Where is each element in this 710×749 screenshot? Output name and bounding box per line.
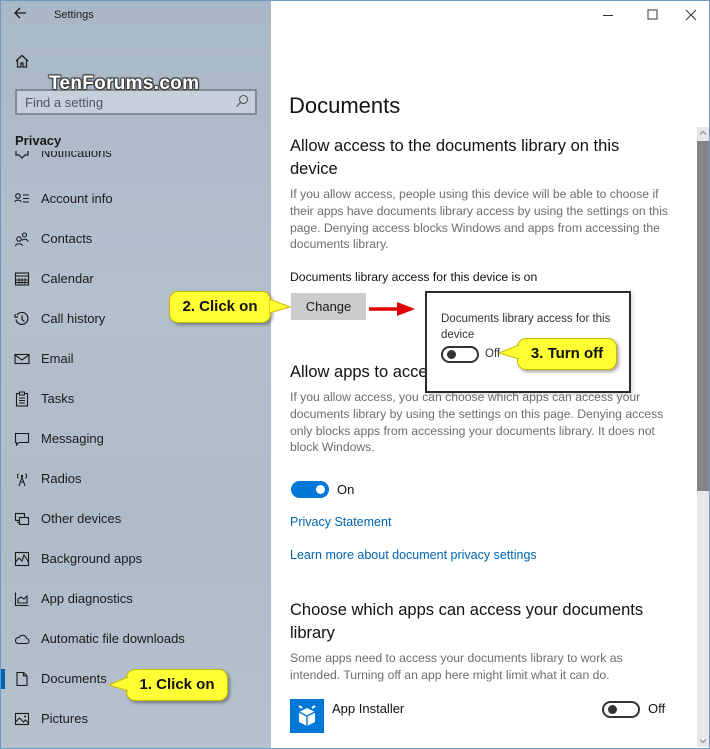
home-icon — [15, 54, 29, 68]
change-button[interactable]: Change — [291, 293, 366, 320]
chevron-down-icon — [699, 739, 707, 744]
title-bar: Settings — [1, 1, 271, 31]
sidebar: Settings TenForums.com Privacy Notificat… — [1, 1, 271, 748]
privacy-statement-link[interactable]: Privacy Statement — [290, 515, 391, 529]
device-access-toggle[interactable] — [441, 346, 479, 363]
call-history-icon — [14, 311, 29, 326]
tasks-icon — [15, 391, 29, 407]
page-title: Documents — [289, 93, 401, 118]
sidebar-item-radios[interactable]: Radios — [1, 459, 271, 499]
app-installer-icon — [290, 699, 324, 733]
minimize-icon — [603, 15, 613, 16]
other-devices-icon — [14, 512, 30, 526]
account-info-icon — [14, 193, 29, 203]
sidebar-item-notifications[interactable]: Notifications — [1, 151, 271, 165]
sidebar-item-pictures[interactable]: Pictures — [1, 699, 271, 739]
sidebar-item-account-info[interactable]: Account info — [1, 179, 271, 219]
section-label-privacy: Privacy — [15, 133, 62, 148]
settings-window: Settings TenForums.com Privacy Notificat… — [0, 0, 710, 749]
choose-apps-heading: Choose which apps can access your docume… — [290, 601, 644, 642]
close-icon — [685, 9, 697, 21]
choose-apps-description: Some apps need to access your documents … — [290, 651, 623, 682]
scroll-up-button[interactable] — [697, 127, 709, 139]
radios-icon — [16, 473, 28, 487]
notifications-icon — [15, 151, 29, 159]
apps-access-toggle-label: On — [337, 482, 355, 497]
toggle-knob — [608, 705, 617, 714]
close-button[interactable] — [676, 4, 706, 26]
red-arrow-icon — [369, 302, 415, 316]
sidebar-item-tasks[interactable]: Tasks — [1, 379, 271, 419]
callout-step-1-text: 1. Click on — [139, 676, 215, 693]
selection-indicator — [1, 669, 5, 689]
back-button[interactable] — [13, 6, 33, 26]
device-access-status: Documents library access for this device… — [290, 270, 538, 284]
email-icon — [14, 353, 30, 365]
apps-access-toggle[interactable] — [291, 481, 329, 498]
scroll-thumb[interactable] — [697, 141, 709, 491]
app-installer-toggle[interactable] — [602, 701, 640, 718]
app-installer-toggle-label: Off — [648, 701, 666, 716]
app-list-item: App Installer Off — [290, 699, 690, 735]
messaging-icon — [14, 432, 30, 447]
maximize-button[interactable] — [637, 4, 667, 26]
sidebar-item-app-diagnostics[interactable]: App diagnostics — [1, 579, 271, 619]
toggle-knob — [316, 485, 325, 494]
sidebar-item-other-devices[interactable]: Other devices — [1, 499, 271, 539]
sidebar-item-email[interactable]: Email — [1, 339, 271, 379]
callout-step-1-tail — [109, 676, 128, 692]
callout-step-2: 2. Click on — [169, 291, 271, 323]
callout-step-2-tail — [269, 298, 291, 314]
apps-access-description: If you allow access, you can choose whic… — [290, 390, 664, 455]
sidebar-item-background-apps[interactable]: Background apps — [1, 539, 271, 579]
callout-step-3: 3. Turn off — [517, 338, 617, 370]
chevron-up-icon — [699, 130, 707, 135]
callout-step-2-text: 2. Click on — [182, 298, 258, 315]
cloud-icon — [14, 634, 30, 645]
search-icon[interactable] — [235, 94, 249, 108]
home-button[interactable] — [14, 53, 32, 71]
sidebar-item-automatic-file-downloads[interactable]: Automatic file downloads — [1, 619, 271, 659]
device-access-heading: Allow access to the documents library on… — [290, 137, 620, 178]
back-arrow-icon — [14, 7, 26, 19]
watermark: TenForums.com — [49, 73, 200, 94]
callout-step-3-text: 3. Turn off — [530, 345, 604, 362]
contacts-icon — [14, 232, 29, 247]
document-icon — [16, 671, 28, 687]
minimize-button[interactable] — [593, 4, 623, 26]
vertical-scrollbar[interactable] — [697, 127, 709, 747]
app-diagnostics-icon — [14, 592, 29, 607]
sidebar-item-contacts[interactable]: Contacts — [1, 219, 271, 259]
maximize-icon — [647, 9, 658, 20]
app-title: Settings — [54, 9, 94, 21]
pictures-icon — [14, 712, 30, 726]
callout-step-1: 1. Click on — [126, 669, 228, 701]
toggle-knob — [447, 350, 456, 359]
learn-more-link[interactable]: Learn more about document privacy settin… — [290, 548, 537, 562]
sidebar-item-messaging[interactable]: Messaging — [1, 419, 271, 459]
scroll-down-button[interactable] — [697, 735, 709, 747]
device-access-description: If you allow access, people using this d… — [290, 187, 669, 252]
background-apps-icon — [14, 551, 30, 567]
app-name: App Installer — [332, 701, 405, 716]
calendar-icon — [14, 272, 30, 286]
device-access-toggle-label: Off — [485, 348, 501, 360]
callout-step-3-tail — [499, 344, 519, 360]
